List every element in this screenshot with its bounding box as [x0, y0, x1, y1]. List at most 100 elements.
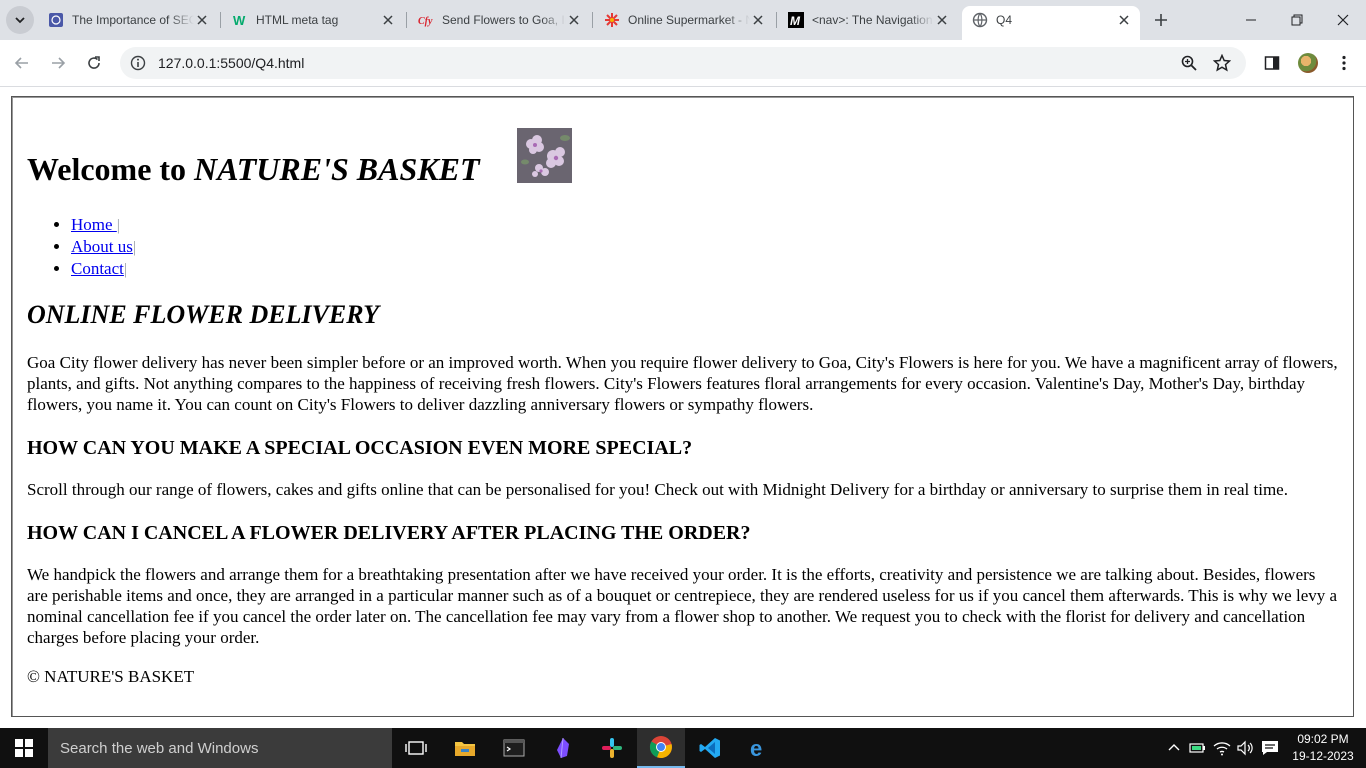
close-window-button[interactable] — [1320, 0, 1366, 40]
tab-separator — [406, 12, 407, 28]
close-icon[interactable] — [194, 12, 210, 28]
tab-separator — [592, 12, 593, 28]
nav-item-home: Home | — [71, 214, 136, 236]
faq-answer-2: We handpick the flowers and arrange them… — [27, 565, 1338, 647]
close-icon[interactable] — [566, 12, 582, 28]
nav-separator: | — [123, 261, 128, 278]
tray-overflow-chevron[interactable] — [1165, 739, 1183, 757]
zoom-icon[interactable] — [1181, 55, 1197, 71]
tab-separator — [220, 12, 221, 28]
page-title: Welcome to NATURE'S BASKET — [27, 150, 479, 188]
tab-nav-element[interactable]: M <nav>: The Navigation Section element — [778, 6, 958, 34]
clock-time: 09:02 PM — [1297, 732, 1349, 746]
taskbar-slack[interactable] — [588, 728, 636, 768]
tab-title: The Importance of SEO — [72, 13, 194, 27]
minimize-button[interactable] — [1228, 0, 1274, 40]
nav-item-contact: Contact| — [71, 258, 136, 280]
close-icon[interactable] — [750, 12, 766, 28]
minimize-icon — [1246, 19, 1256, 21]
tab-q4[interactable]: Q4 — [962, 6, 1140, 40]
nav-link-home[interactable]: Home — [71, 215, 117, 234]
task-view-icon — [405, 741, 427, 755]
welcome-prefix: Welcome to — [27, 151, 195, 187]
reload-button[interactable] — [80, 49, 108, 77]
tab-html-meta[interactable]: W HTML meta tag — [222, 6, 404, 34]
tab-title: <nav>: The Navigation Section element — [812, 13, 934, 27]
starburst-icon — [605, 13, 619, 27]
side-panel-button[interactable] — [1258, 49, 1286, 77]
tab-send-flowers[interactable]: Cfy Send Flowers to Goa, India — [408, 6, 590, 34]
tab-seo[interactable]: The Importance of SEO — [38, 6, 218, 34]
obsidian-icon — [557, 737, 569, 759]
w3-icon: W — [233, 13, 246, 28]
tray-battery[interactable] — [1189, 739, 1207, 757]
address-bar[interactable]: 127.0.0.1:5500/Q4.html — [120, 47, 1246, 79]
profile-avatar[interactable] — [1298, 53, 1318, 73]
new-tab-button[interactable] — [1150, 9, 1172, 31]
taskbar-edge[interactable]: e — [735, 728, 783, 768]
arrow-left-icon — [14, 57, 28, 69]
close-icon[interactable] — [380, 12, 396, 28]
tab-title: HTML meta tag — [256, 13, 339, 27]
tab-search-button[interactable] — [6, 6, 34, 34]
windows-logo-icon — [15, 739, 33, 757]
back-button[interactable] — [8, 49, 36, 77]
windows-taskbar: Search the web and Windows e 09:02 PM 19… — [0, 728, 1366, 768]
vscode-icon — [699, 738, 720, 758]
star-icon[interactable] — [1213, 54, 1231, 72]
reload-icon — [88, 56, 100, 69]
intro-paragraph: Goa City flower delivery has never been … — [27, 353, 1338, 414]
svg-text:Cfy: Cfy — [418, 16, 433, 27]
terminal-icon — [503, 739, 525, 757]
taskbar-clock[interactable]: 09:02 PM 19-12-2023 — [1288, 731, 1358, 765]
faq-answer-1: Scroll through our range of flowers, cak… — [27, 480, 1288, 499]
nav-link-about[interactable]: About us — [71, 237, 133, 256]
tray-volume[interactable] — [1237, 739, 1255, 757]
flower-logo-image — [517, 128, 572, 183]
footer-copyright: © NATURE'S BASKET — [27, 667, 195, 686]
close-icon[interactable] — [934, 12, 950, 28]
tab-strip: The Importance of SEO W HTML meta tag Cf… — [0, 0, 1366, 40]
nav-link-contact[interactable]: Contact — [71, 259, 124, 278]
chevron-down-icon — [15, 17, 25, 24]
side-panel-icon — [1264, 56, 1280, 70]
nav-separator: | — [132, 239, 137, 256]
chevron-up-icon — [1168, 744, 1180, 751]
svg-text:M: M — [790, 14, 801, 28]
start-button[interactable] — [0, 728, 48, 768]
clock-date: 19-12-2023 — [1292, 749, 1354, 763]
nav-separator: | — [116, 217, 120, 234]
taskbar-obsidian[interactable] — [539, 728, 587, 768]
section-heading: ONLINE FLOWER DELIVERY — [27, 300, 380, 329]
arrow-right-icon — [52, 57, 66, 69]
svg-text:W: W — [233, 13, 246, 28]
task-view-button[interactable] — [392, 728, 440, 768]
tab-online-supermarket[interactable]: Online Supermarket - Nature's Basket — [594, 6, 774, 34]
tray-wifi[interactable] — [1213, 739, 1231, 757]
globe-icon — [972, 12, 988, 28]
tab-title: Send Flowers to Goa, India — [442, 13, 566, 27]
taskbar-terminal[interactable] — [490, 728, 538, 768]
plus-icon — [1155, 14, 1167, 26]
taskbar-vscode[interactable] — [686, 728, 734, 768]
svg-text:e: e — [750, 736, 762, 760]
mdn-icon: M — [788, 12, 804, 28]
folder-icon — [455, 742, 475, 756]
page-viewport: Welcome to NATURE'S BASKET Home | About … — [0, 87, 1366, 728]
restore-button[interactable] — [1274, 0, 1320, 40]
browser-toolbar: 127.0.0.1:5500/Q4.html — [0, 40, 1366, 87]
forward-button[interactable] — [44, 49, 72, 77]
chrome-icon — [649, 736, 672, 759]
info-icon[interactable] — [130, 55, 146, 71]
url-text[interactable]: 127.0.0.1:5500/Q4.html — [158, 55, 304, 71]
wifi-icon — [1213, 742, 1231, 756]
taskbar-file-explorer[interactable] — [441, 728, 489, 768]
taskbar-chrome[interactable] — [637, 728, 685, 768]
tab-title: Online Supermarket - Nature's Basket — [628, 13, 750, 27]
tray-notifications[interactable] — [1261, 739, 1279, 757]
close-icon[interactable] — [1116, 12, 1132, 28]
tab-separator — [776, 12, 777, 28]
notification-icon — [1262, 741, 1278, 755]
taskbar-search-box[interactable]: Search the web and Windows — [48, 728, 392, 768]
menu-button[interactable] — [1330, 49, 1358, 77]
